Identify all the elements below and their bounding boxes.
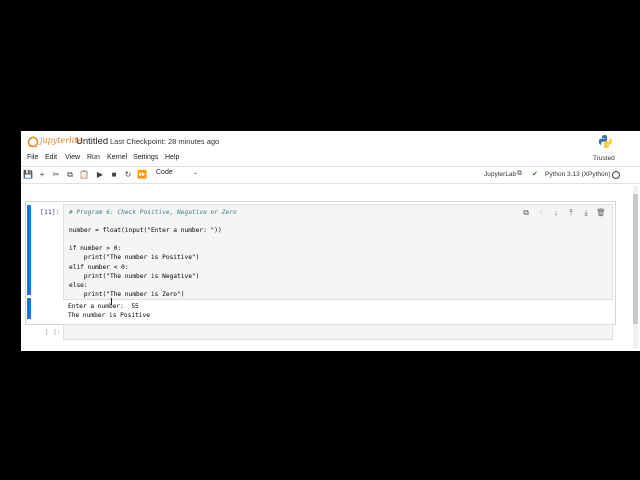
code-line: else: xyxy=(69,281,88,289)
empty-code-editor[interactable] xyxy=(63,324,613,340)
output-line: The number is Positive xyxy=(68,312,150,320)
python-logo-icon xyxy=(598,134,613,149)
empty-cell-prompt: [ ]: xyxy=(45,328,61,336)
move-down-icon[interactable]: ↓ xyxy=(551,208,561,217)
kernel-name[interactable]: Python 3.13 (XPython) xyxy=(545,171,610,178)
code-line: elif number < 0: xyxy=(69,263,129,271)
text-cursor-icon: I xyxy=(110,297,113,308)
kernel-status-icon xyxy=(612,171,620,179)
duplicate-icon[interactable]: ⧉ xyxy=(521,208,531,218)
code-line: print("The number is Positive") xyxy=(69,254,200,262)
notebook-title[interactable]: Untitled xyxy=(76,136,108,147)
code-line: print("The number is Negative") xyxy=(69,272,200,280)
menu-run[interactable]: Run xyxy=(87,154,100,161)
menu-kernel[interactable]: Kernel xyxy=(107,154,127,161)
menu-settings[interactable]: Settings xyxy=(133,154,158,161)
jupyter-logo-icon xyxy=(27,136,39,148)
notebook-toolbar: 💾 + ✂ ⧉ 📋 ▶ ■ ↻ ⏩ Code ⌄ JupyterLab ⧉ ✔ … xyxy=(21,166,640,184)
check-circle-icon: ✔ xyxy=(532,171,538,178)
menu-bar: File Edit View Run Kernel Settings Help xyxy=(21,152,640,165)
cell-type-value: Code xyxy=(156,169,173,176)
jupyterlite-window: jupyterlite Untitled Last Checkpoint: 28… xyxy=(21,131,640,351)
code-text: # Program 6: Check Positive, Negative or… xyxy=(69,208,237,299)
stop-icon[interactable]: ■ xyxy=(109,170,119,179)
menu-file[interactable]: File xyxy=(27,154,38,161)
code-cell-active[interactable]: [11]: # Program 6: Check Positive, Negat… xyxy=(25,201,616,325)
cell-type-select[interactable]: Code ⌄ xyxy=(156,169,198,179)
insert-below-icon[interactable]: ⤓ xyxy=(581,208,591,218)
restart-icon[interactable]: ↻ xyxy=(123,170,133,179)
cell-output: Enter a number: 55 The number is Positiv… xyxy=(68,302,150,320)
code-line: print("The number is Zero") xyxy=(69,290,185,298)
cut-icon[interactable]: ✂ xyxy=(51,170,61,179)
checkpoint-status: Last Checkpoint: 28 minutes ago xyxy=(110,137,220,146)
move-up-icon[interactable]: ↑ xyxy=(536,208,546,217)
chevron-down-icon: ⌄ xyxy=(192,170,198,176)
scrollbar[interactable] xyxy=(633,186,638,349)
menu-view[interactable]: View xyxy=(65,154,80,161)
insert-above-icon[interactable]: ⤒ xyxy=(566,208,576,218)
scrollbar-thumb[interactable] xyxy=(633,194,638,324)
code-line: number = float(input("Enter a number: ")… xyxy=(69,227,222,235)
output-collapse-bar[interactable] xyxy=(27,298,31,319)
menu-help[interactable]: Help xyxy=(165,154,179,161)
code-editor[interactable]: # Program 6: Check Positive, Negative or… xyxy=(63,204,613,300)
output-line: Enter a number: 55 xyxy=(68,303,139,310)
save-icon[interactable]: 💾 xyxy=(23,170,33,179)
add-cell-icon[interactable]: + xyxy=(37,170,47,179)
trusted-indicator[interactable]: Trusted xyxy=(590,154,618,163)
run-all-icon[interactable]: ⏩ xyxy=(137,170,147,179)
cell-prompt: [11]: xyxy=(40,208,60,216)
code-line: # Program 6: Check Positive, Negative or… xyxy=(69,209,237,216)
cell-collapse-bar[interactable] xyxy=(27,205,31,295)
jupyterlab-link[interactable]: JupyterLab xyxy=(484,171,516,178)
code-line: if number > 0: xyxy=(69,245,122,253)
paste-icon[interactable]: 📋 xyxy=(79,170,89,179)
copy-icon[interactable]: ⧉ xyxy=(65,170,75,179)
delete-icon[interactable]: 🗑 xyxy=(596,208,606,217)
top-header: jupyterlite Untitled Last Checkpoint: 28… xyxy=(21,131,640,151)
menu-edit[interactable]: Edit xyxy=(45,154,57,161)
external-link-icon[interactable]: ⧉ xyxy=(517,170,522,178)
run-icon[interactable]: ▶ xyxy=(95,170,105,179)
